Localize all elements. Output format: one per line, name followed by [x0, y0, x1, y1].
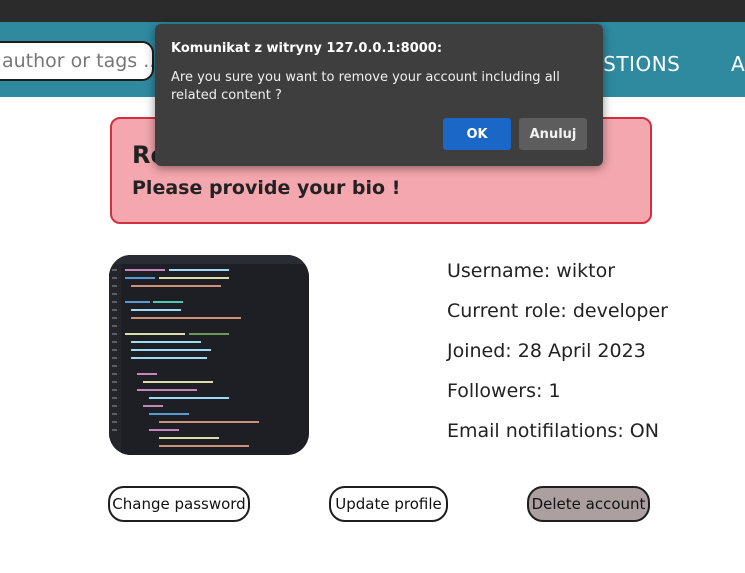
code-screenshot-image [109, 255, 309, 455]
dialog-cancel-button[interactable]: Anuluj [519, 118, 587, 150]
profile-followers: Followers: 1 [447, 380, 561, 402]
profile-role: Current role: developer [447, 300, 668, 322]
alert-message: Please provide your bio ! [132, 177, 401, 199]
profile-joined-date: Joined: 28 April 2023 [447, 340, 646, 362]
profile-username: Username: wiktor [447, 260, 616, 282]
dialog-ok-button[interactable]: OK [443, 118, 511, 150]
browser-top-strip [0, 0, 745, 22]
confirm-dialog: Komunikat z witryny 127.0.0.1:8000: Are … [155, 24, 603, 166]
delete-account-button[interactable]: Delete account [527, 486, 650, 522]
profile-email-notifications: Email notifilations: ON [447, 420, 659, 442]
change-password-button[interactable]: Change password [108, 486, 250, 522]
search-input[interactable] [0, 41, 154, 81]
update-profile-button[interactable]: Update profile [329, 486, 448, 522]
nav-link-next[interactable]: A [731, 52, 745, 76]
dialog-title: Komunikat z witryny 127.0.0.1:8000: [171, 41, 443, 56]
avatar [109, 255, 309, 455]
nav-link-questions[interactable]: ESTIONS [590, 52, 680, 76]
dialog-message: Are you sure you want to remove your acc… [171, 70, 560, 103]
